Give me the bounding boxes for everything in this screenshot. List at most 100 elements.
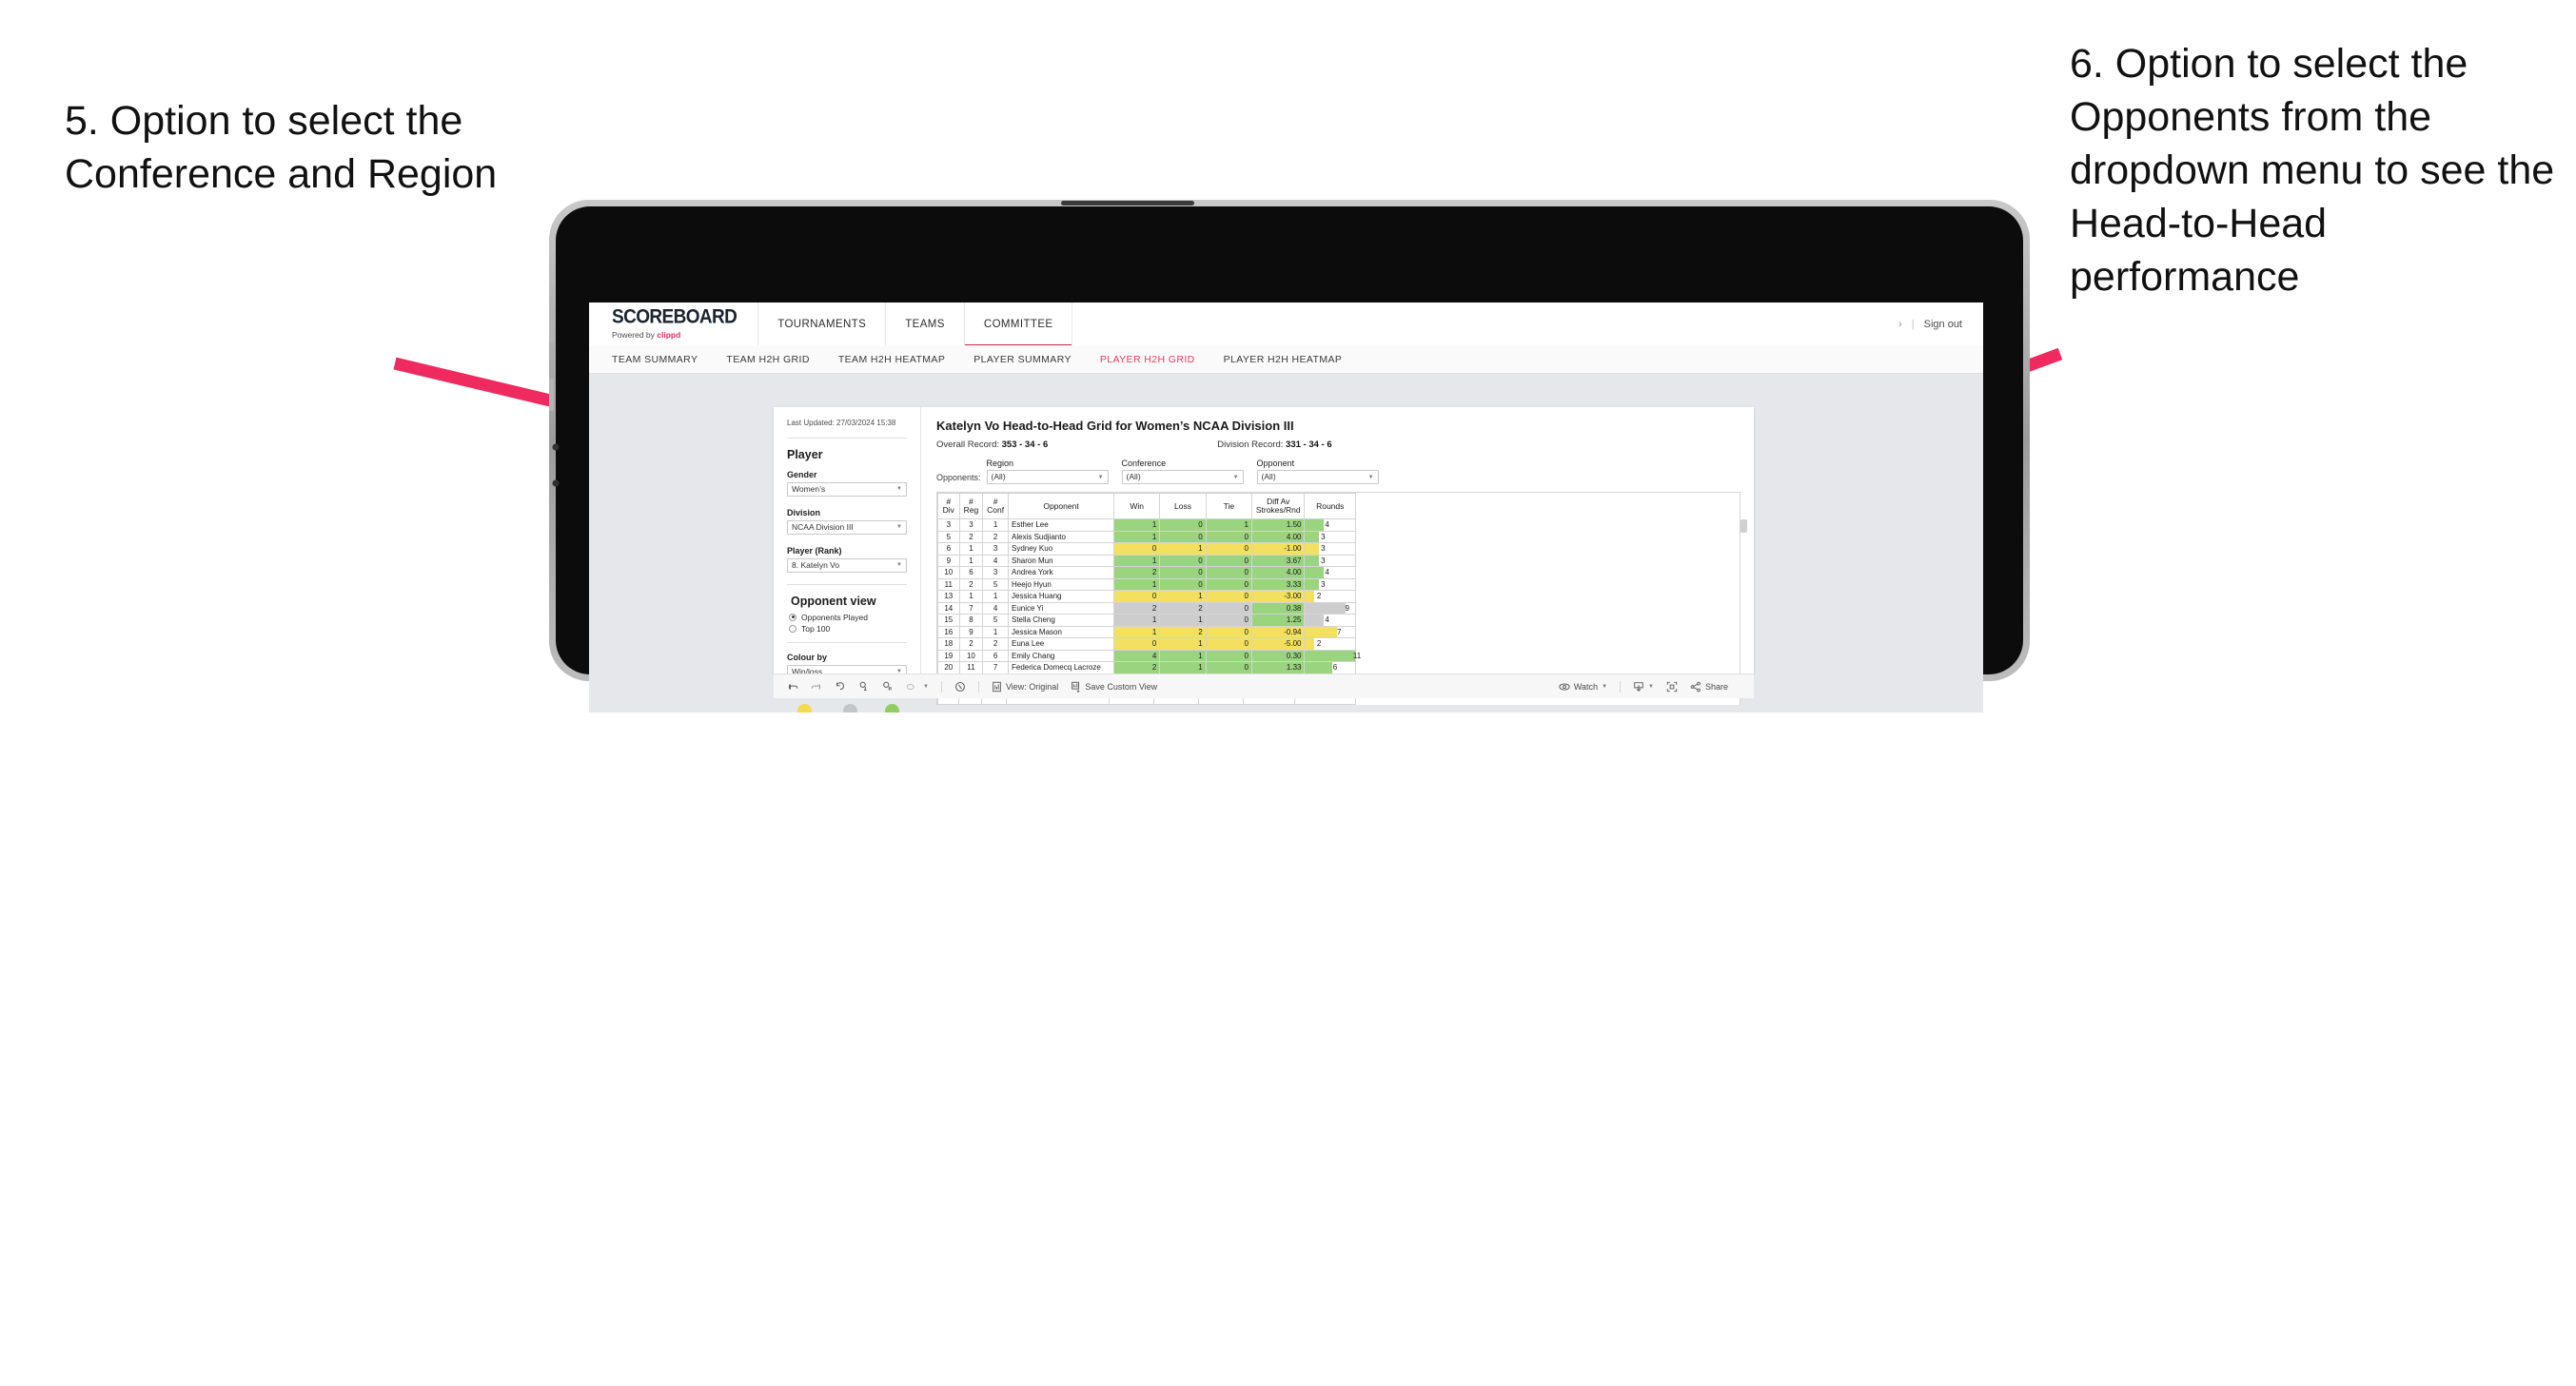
pause-auto-update-button[interactable] bbox=[954, 681, 966, 693]
cell-win: 2 bbox=[1113, 661, 1161, 674]
h2h-grid-table: # Div # Reg # Conf Opponent Win Loss Tie… bbox=[937, 493, 1361, 674]
cell-tie: 0 bbox=[1205, 590, 1252, 603]
gender-label: Gender bbox=[787, 469, 817, 479]
save-custom-view-button[interactable]: Save Custom View bbox=[1071, 681, 1157, 693]
grid-vertical-scrollbar[interactable] bbox=[1740, 519, 1747, 533]
table-row[interactable]: 9 1 4 Sharon Mun 1 0 0 3.67 3 bbox=[937, 554, 1356, 567]
cell-diff: 4.00 bbox=[1250, 566, 1306, 579]
rounds-value: 9 bbox=[1345, 603, 1349, 613]
table-row[interactable]: 6 1 3 Sydney Kuo 0 1 0 -1.00 3 bbox=[937, 542, 1356, 556]
legend-dot-up bbox=[885, 703, 899, 713]
cell-reg: 6 bbox=[958, 566, 984, 579]
table-row[interactable]: 5 2 2 Alexis Sudjianto 1 0 0 4.00 3 bbox=[937, 530, 1356, 543]
cell-loss: 0 bbox=[1159, 530, 1207, 543]
table-row[interactable]: 19 10 6 Emily Chang 4 1 0 0.30 11 bbox=[937, 649, 1361, 662]
opponent-filter: Opponent (All) ▼ bbox=[1256, 459, 1379, 484]
pause-updates-button[interactable] bbox=[882, 681, 894, 693]
brand-powered-by: Powered by clippd bbox=[612, 331, 737, 340]
sign-out-link[interactable]: Sign out bbox=[1924, 319, 1962, 330]
fullscreen-button[interactable] bbox=[1666, 681, 1678, 693]
table-row[interactable]: 14 7 4 Eunice Yi 2 2 0 0.38 9 bbox=[937, 601, 1356, 615]
th-rounds: Rounds bbox=[1304, 493, 1356, 519]
opponent-select[interactable]: (All) ▼ bbox=[1256, 470, 1379, 484]
h2h-grid-body: 3 3 1 Esther Lee 1 0 1 1.50 4 5 2 2 Alexis Sudjianto… bbox=[937, 518, 1361, 674]
radio-opponents-played[interactable]: Opponents Played bbox=[789, 613, 907, 622]
subnav-team-h2h-heatmap[interactable]: TEAM H2H HEATMAP bbox=[838, 354, 945, 365]
cell-loss: 2 bbox=[1159, 625, 1207, 638]
region-filter: Region (All) ▼ bbox=[986, 459, 1109, 484]
cell-rounds: 4 bbox=[1304, 518, 1356, 532]
division-select[interactable]: NCAA Division III ▼ bbox=[787, 519, 907, 535]
cell-diff: 0.38 bbox=[1250, 601, 1306, 615]
cell-tie: 0 bbox=[1205, 554, 1252, 567]
cell-conf: 5 bbox=[982, 577, 1009, 591]
cell-conf: 7 bbox=[982, 661, 1009, 674]
region-value: (All) bbox=[991, 472, 1006, 482]
cell-conf: 4 bbox=[982, 601, 1009, 615]
conference-label: Conference bbox=[1121, 459, 1167, 468]
overall-record: Overall Record: 353 - 34 - 6 bbox=[936, 439, 1048, 450]
subnav-player-h2h-heatmap[interactable]: PLAYER H2H HEATMAP bbox=[1224, 354, 1343, 365]
download-button[interactable]: ▼ bbox=[1633, 681, 1654, 693]
cell-tie: 0 bbox=[1205, 661, 1252, 674]
subnav-team-h2h-grid[interactable]: TEAM H2H GRID bbox=[726, 354, 809, 365]
chevron-down-icon: ▼ bbox=[896, 524, 902, 531]
table-row[interactable]: 10 6 3 Andrea York 2 0 0 4.00 4 bbox=[937, 566, 1356, 579]
cell-div: 9 bbox=[937, 554, 960, 567]
share-label: Share bbox=[1704, 681, 1728, 692]
header-nav-tournaments[interactable]: TOURNAMENTS bbox=[758, 303, 887, 345]
subnav-team-summary[interactable]: TEAM SUMMARY bbox=[612, 354, 698, 365]
rounds-value: 4 bbox=[1325, 568, 1329, 576]
brand-logo[interactable]: SCOREBOARD Powered by clippd bbox=[589, 303, 759, 345]
gender-select[interactable]: Women’s ▼ bbox=[787, 481, 907, 497]
cell-div: 14 bbox=[937, 601, 960, 615]
table-row[interactable]: 11 2 5 Heejo Hyun 1 0 0 3.33 3 bbox=[937, 577, 1356, 591]
rounds-value: 3 bbox=[1321, 532, 1326, 541]
share-button[interactable]: Share bbox=[1690, 681, 1728, 693]
table-row[interactable]: 13 1 1 Jessica Huang 0 1 0 -3.00 2 bbox=[937, 590, 1356, 603]
cell-opponent: Eunice Yi bbox=[1007, 601, 1115, 615]
cell-loss: 1 bbox=[1159, 649, 1207, 662]
table-row[interactable]: 15 8 5 Stella Cheng 1 1 0 1.25 4 bbox=[937, 614, 1356, 627]
refresh-data-button[interactable] bbox=[858, 681, 870, 693]
header-nav-teams[interactable]: TEAMS bbox=[886, 303, 965, 345]
cell-win: 1 bbox=[1113, 518, 1161, 532]
cell-rounds: 11 bbox=[1304, 649, 1361, 662]
opponent-label: Opponent bbox=[1256, 459, 1295, 468]
rounds-value: 4 bbox=[1325, 615, 1329, 624]
revert-button[interactable] bbox=[835, 681, 846, 693]
watch-button[interactable]: Watch ▼ bbox=[1559, 681, 1607, 693]
cell-reg: 10 bbox=[958, 649, 984, 662]
opponents-filter-label: Opponents: bbox=[936, 473, 981, 482]
header-nav-committee[interactable]: COMMITTEE bbox=[964, 303, 1073, 346]
table-row[interactable]: 20 11 7 Federica Domecq Lacroze 2 1 0 1.33 6 bbox=[937, 661, 1356, 674]
cell-loss: 1 bbox=[1159, 614, 1207, 627]
colour-legend: Down Level Up bbox=[787, 703, 907, 713]
powered-prefix: Powered by bbox=[612, 330, 658, 341]
radio-icon-selected bbox=[789, 613, 796, 621]
table-row[interactable]: 18 2 2 Euna Lee 0 1 0 -5.00 2 bbox=[937, 637, 1356, 651]
view-original-button[interactable]: View: Original bbox=[992, 681, 1058, 693]
cell-rounds: 7 bbox=[1304, 625, 1356, 638]
cell-opponent: Euna Lee bbox=[1007, 637, 1115, 651]
cell-reg: 1 bbox=[958, 590, 984, 603]
subnav-player-summary[interactable]: PLAYER SUMMARY bbox=[973, 354, 1072, 365]
conference-select[interactable]: (All) ▼ bbox=[1121, 470, 1244, 484]
reset-shape-button[interactable]: ▼ bbox=[906, 681, 929, 693]
divider bbox=[787, 437, 907, 439]
undo-button[interactable] bbox=[787, 681, 798, 693]
radio-top-100[interactable]: Top 100 bbox=[789, 624, 907, 634]
cell-tie: 0 bbox=[1205, 577, 1252, 591]
cell-loss: 1 bbox=[1159, 661, 1207, 674]
table-row[interactable]: 16 9 1 Jessica Mason 1 2 0 -0.94 7 bbox=[937, 625, 1356, 638]
subnav-player-h2h-grid[interactable]: PLAYER H2H GRID bbox=[1100, 354, 1195, 365]
th-loss: Loss bbox=[1159, 493, 1207, 519]
region-select[interactable]: (All) ▼ bbox=[986, 470, 1109, 484]
chevron-right-icon[interactable]: › bbox=[1898, 319, 1902, 330]
redo-button[interactable] bbox=[811, 681, 822, 693]
cell-rounds: 3 bbox=[1304, 577, 1356, 591]
table-row[interactable]: 3 3 1 Esther Lee 1 0 1 1.50 4 bbox=[937, 518, 1356, 532]
player-rank-select[interactable]: 8. Katelyn Vo ▼ bbox=[787, 557, 907, 573]
legend-level: Level bbox=[840, 703, 859, 713]
chevron-down-icon: ▼ bbox=[923, 683, 929, 690]
